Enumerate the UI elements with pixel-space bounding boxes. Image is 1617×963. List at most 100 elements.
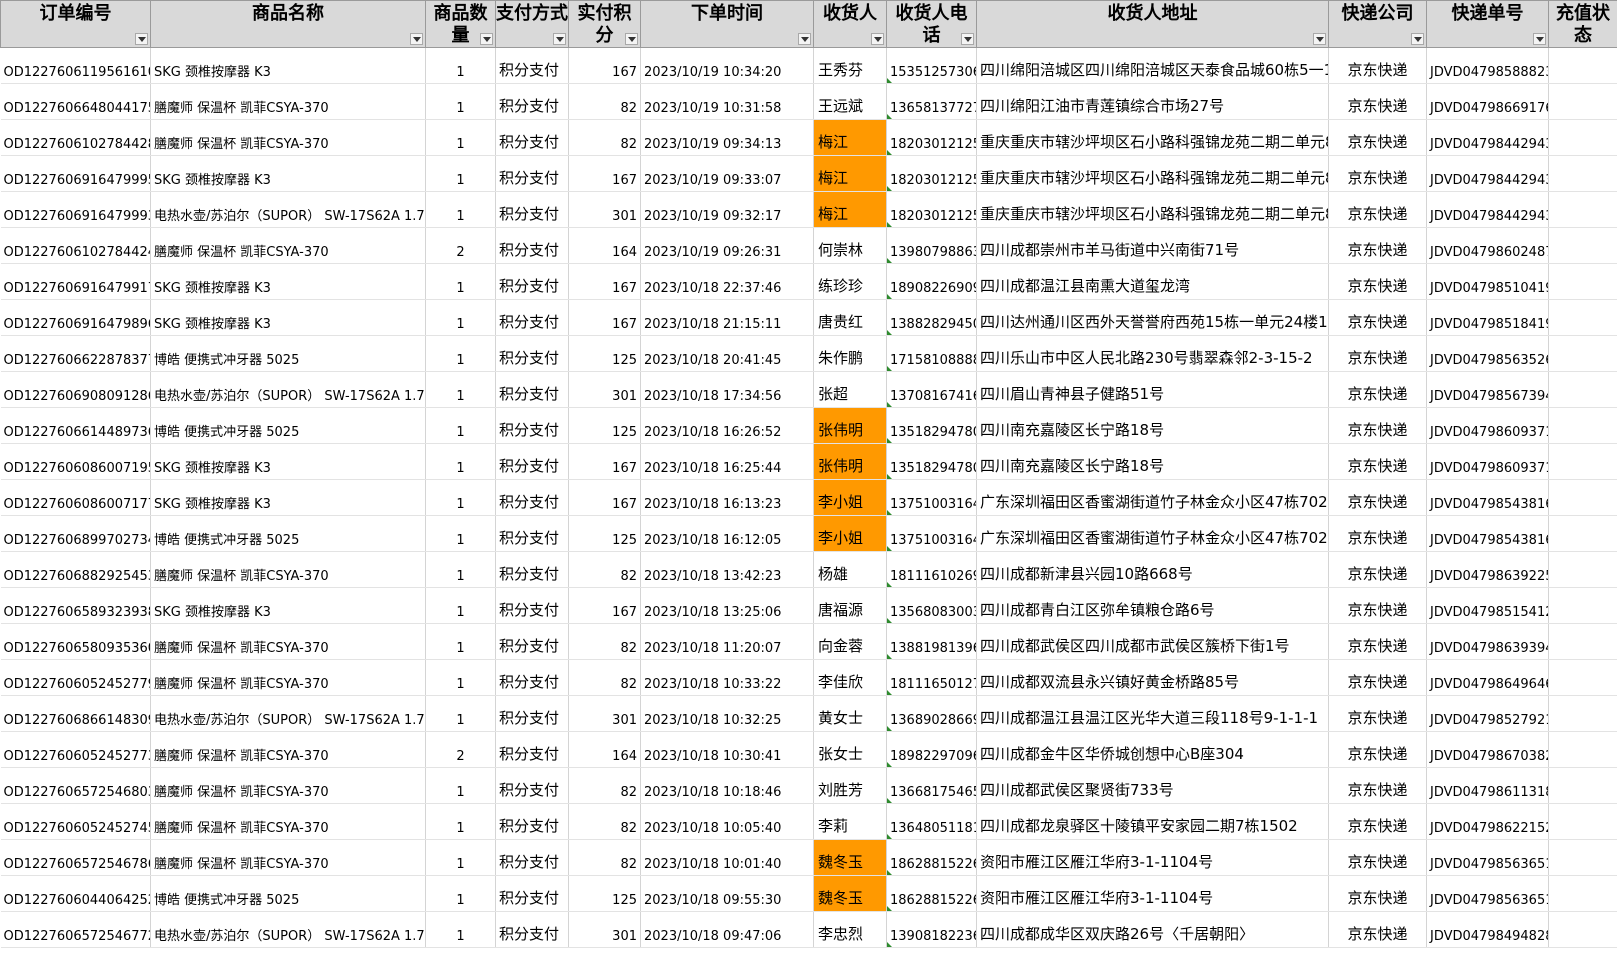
cell-recipient[interactable]: 张伟明 [813, 443, 887, 480]
cell-address[interactable]: 资阳市雁江区雁江华府3-1-1104号 [976, 839, 1329, 876]
cell-points[interactable]: 82 [568, 83, 641, 120]
cell-courier[interactable]: 京东快递 [1328, 263, 1427, 300]
cell-courier[interactable]: 京东快递 [1328, 299, 1427, 336]
cell-points[interactable]: 301 [568, 911, 641, 948]
cell-points[interactable]: 125 [568, 515, 641, 552]
cell-payment[interactable]: 积分支付 [495, 299, 569, 336]
cell-product[interactable]: 膳魔师 保温杯 凯菲CSYA-370 [150, 839, 426, 876]
cell-recharge-status[interactable] [1548, 191, 1617, 228]
cell-quantity[interactable]: 1 [425, 911, 496, 948]
cell-recharge-status[interactable] [1548, 299, 1617, 336]
cell-tracking[interactable]: JDVD04798622152 [1426, 803, 1549, 840]
cell-courier[interactable]: 京东快递 [1328, 695, 1427, 732]
cell-points[interactable]: 167 [568, 479, 641, 516]
cell-payment[interactable]: 积分支付 [495, 623, 569, 660]
cell-recipient[interactable]: 王秀芬 [813, 47, 887, 84]
cell-recharge-status[interactable] [1548, 587, 1617, 624]
cell-points[interactable]: 82 [568, 767, 641, 804]
cell-order-id[interactable]: OD1227606086007177 [0, 479, 151, 516]
filter-dropdown-icon[interactable] [871, 33, 884, 45]
cell-address[interactable]: 四川达州通川区西外天誉誉府西苑15栋一单元24楼1号 [976, 299, 1329, 336]
cell-points[interactable]: 301 [568, 695, 641, 732]
cell-phone[interactable]: 18908226909 [886, 263, 977, 300]
column-header-recipient[interactable]: 收货人 [813, 0, 887, 48]
cell-product[interactable]: 膳魔师 保温杯 凯菲CSYA-370 [150, 659, 426, 696]
cell-phone[interactable]: 13658137727 [886, 83, 977, 120]
cell-tracking[interactable]: JDVD04798442943 [1426, 191, 1549, 228]
cell-recipient[interactable]: 刘胜芳 [813, 767, 887, 804]
cell-order-time[interactable]: 2023/10/18 09:55:30 [640, 875, 814, 912]
cell-courier[interactable]: 京东快递 [1328, 659, 1427, 696]
cell-recharge-status[interactable] [1548, 227, 1617, 264]
cell-points[interactable]: 164 [568, 227, 641, 264]
cell-phone[interactable]: 18628815226 [886, 839, 977, 876]
column-header-recipient-address[interactable]: 收货人地址 [976, 0, 1329, 48]
cell-recipient[interactable]: 张伟明 [813, 407, 887, 444]
cell-order-id[interactable]: OD1227606622878377 [0, 335, 151, 372]
cell-recipient[interactable]: 张女士 [813, 731, 887, 768]
cell-recipient[interactable]: 梅江 [813, 191, 887, 228]
cell-quantity[interactable]: 1 [425, 515, 496, 552]
cell-payment[interactable]: 积分支付 [495, 803, 569, 840]
cell-points[interactable]: 167 [568, 299, 641, 336]
cell-quantity[interactable]: 1 [425, 299, 496, 336]
cell-quantity[interactable]: 1 [425, 263, 496, 300]
cell-address[interactable]: 四川南充嘉陵区长宁路18号 [976, 407, 1329, 444]
cell-tracking[interactable]: JDVD04798543816 [1426, 515, 1549, 552]
cell-recharge-status[interactable] [1548, 875, 1617, 912]
cell-order-time[interactable]: 2023/10/18 10:18:46 [640, 767, 814, 804]
cell-order-id[interactable]: OD1227606882925453 [0, 551, 151, 588]
cell-address[interactable]: 四川成都双流县永兴镇好黄金桥路85号 [976, 659, 1329, 696]
cell-order-time[interactable]: 2023/10/19 09:26:31 [640, 227, 814, 264]
cell-tracking[interactable]: JDVD04798563526 [1426, 335, 1549, 372]
cell-address[interactable]: 四川成都温江县温江区光华大道三段118号9-1-1-1 [976, 695, 1329, 732]
cell-product[interactable]: 博皓 便携式冲牙器 5025 [150, 335, 426, 372]
cell-quantity[interactable]: 1 [425, 83, 496, 120]
column-header-recipient-phone[interactable]: 收货人电话 [886, 0, 977, 48]
cell-product[interactable]: 膳魔师 保温杯 凯菲CSYA-370 [150, 119, 426, 156]
cell-points[interactable]: 167 [568, 47, 641, 84]
cell-tracking[interactable]: JDVD04798543816 [1426, 479, 1549, 516]
cell-courier[interactable]: 京东快递 [1328, 875, 1427, 912]
cell-payment[interactable]: 积分支付 [495, 911, 569, 948]
cell-address[interactable]: 重庆重庆市辖沙坪坝区石小路科强锦龙苑二期二单元8 [976, 191, 1329, 228]
cell-product[interactable]: 膳魔师 保温杯 凯菲CSYA-370 [150, 83, 426, 120]
cell-quantity[interactable]: 1 [425, 695, 496, 732]
cell-product[interactable]: 电热水壶/苏泊尔（SUPOR） SW-17S62A 1.7 [150, 191, 426, 228]
cell-order-time[interactable]: 2023/10/19 10:34:20 [640, 47, 814, 84]
cell-courier[interactable]: 京东快递 [1328, 227, 1427, 264]
cell-order-time[interactable]: 2023/10/19 10:31:58 [640, 83, 814, 120]
cell-recharge-status[interactable] [1548, 155, 1617, 192]
cell-product[interactable]: SKG 颈椎按摩器 K3 [150, 479, 426, 516]
cell-address[interactable]: 四川成都崇州市羊马街道中兴南街71号 [976, 227, 1329, 264]
cell-payment[interactable]: 积分支付 [495, 551, 569, 588]
cell-phone[interactable]: 18628815226 [886, 875, 977, 912]
cell-recipient[interactable]: 魏冬玉 [813, 875, 887, 912]
cell-quantity[interactable]: 1 [425, 191, 496, 228]
cell-order-time[interactable]: 2023/10/18 10:32:25 [640, 695, 814, 732]
cell-address[interactable]: 广东深圳福田区香蜜湖街道竹子林金众小区47栋702 [976, 479, 1329, 516]
cell-recipient[interactable]: 唐贵红 [813, 299, 887, 336]
cell-order-time[interactable]: 2023/10/18 17:34:56 [640, 371, 814, 408]
cell-product[interactable]: SKG 颈椎按摩器 K3 [150, 299, 426, 336]
filter-dropdown-icon[interactable] [553, 33, 566, 45]
cell-order-id[interactable]: OD1227606899702734 [0, 515, 151, 552]
table-row[interactable]: OD1227606052452745 膳魔师 保温杯 凯菲CSYA-370 1 积分支… [0, 803, 1617, 840]
cell-payment[interactable]: 积分支付 [495, 263, 569, 300]
cell-points[interactable]: 125 [568, 875, 641, 912]
table-row[interactable]: OD1227606102784424 膳魔师 保温杯 凯菲CSYA-370 2 积分支… [0, 227, 1617, 264]
cell-phone[interactable]: 13648051181 [886, 803, 977, 840]
cell-recharge-status[interactable] [1548, 119, 1617, 156]
cell-quantity[interactable]: 1 [425, 587, 496, 624]
cell-address[interactable]: 四川绵阳江油市青莲镇综合市场27号 [976, 83, 1329, 120]
cell-courier[interactable]: 京东快递 [1328, 47, 1427, 84]
cell-payment[interactable]: 积分支付 [495, 371, 569, 408]
cell-order-time[interactable]: 2023/10/18 16:13:23 [640, 479, 814, 516]
cell-courier[interactable]: 京东快递 [1328, 191, 1427, 228]
cell-order-id[interactable]: OD1227606572546772 [0, 911, 151, 948]
cell-address[interactable]: 重庆重庆市辖沙坪坝区石小路科强锦龙苑二期二单元8 [976, 119, 1329, 156]
cell-payment[interactable]: 积分支付 [495, 191, 569, 228]
cell-payment[interactable]: 积分支付 [495, 695, 569, 732]
cell-payment[interactable]: 积分支付 [495, 83, 569, 120]
cell-points[interactable]: 125 [568, 407, 641, 444]
